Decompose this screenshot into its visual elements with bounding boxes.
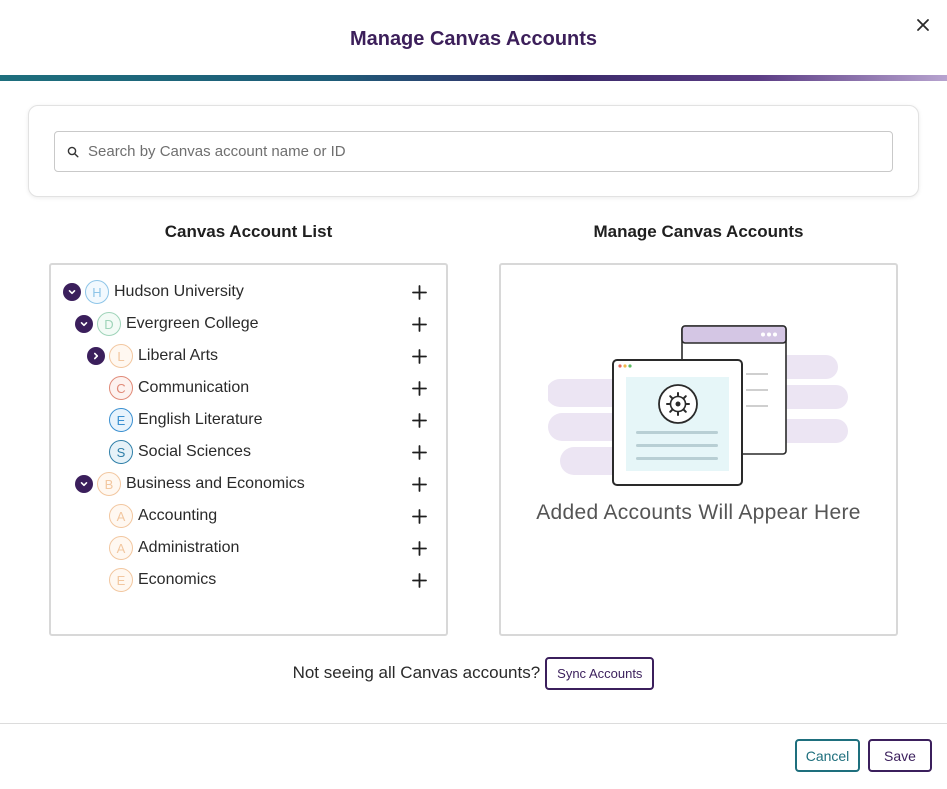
account-avatar: E <box>109 568 133 592</box>
account-avatar: L <box>109 344 133 368</box>
plus-icon <box>411 572 427 588</box>
modal-title: Manage Canvas Accounts <box>349 28 598 50</box>
modal-header: Manage Canvas Accounts <box>0 0 947 81</box>
save-button[interactable]: Save <box>868 739 932 772</box>
tree-row[interactable]: D Evergreen College <box>51 310 446 338</box>
close-icon <box>917 19 929 31</box>
account-name: Economics <box>138 571 217 588</box>
add-account-button[interactable] <box>408 441 430 463</box>
tree-row[interactable]: L Liberal Arts <box>51 342 446 370</box>
add-account-button[interactable] <box>408 569 430 591</box>
sync-prompt: Not seeing all Canvas accounts? <box>292 663 541 682</box>
sync-row: Not seeing all Canvas accounts? Sync Acc… <box>0 656 947 690</box>
account-name: Accounting <box>138 507 218 524</box>
plus-icon <box>411 412 427 428</box>
add-account-button[interactable] <box>408 281 430 303</box>
add-account-button[interactable] <box>408 473 430 495</box>
plus-icon <box>411 476 427 492</box>
account-name: Communication <box>138 379 250 396</box>
close-button[interactable] <box>912 14 934 36</box>
account-name: Social Sciences <box>138 443 251 460</box>
account-avatar: D <box>97 312 121 336</box>
add-account-button[interactable] <box>408 377 430 399</box>
plus-icon <box>411 540 427 556</box>
search-input[interactable] <box>88 143 868 160</box>
account-list-title: Canvas Account List <box>164 222 333 241</box>
account-name: Administration <box>138 539 240 556</box>
add-account-button[interactable] <box>408 505 430 527</box>
tree-row[interactable]: A Administration <box>51 534 446 562</box>
managed-accounts-title: Manage Canvas Accounts <box>593 222 804 241</box>
account-avatar: S <box>109 440 133 464</box>
account-avatar: H <box>85 280 109 304</box>
chevron-down-icon[interactable] <box>63 283 81 301</box>
search-box[interactable] <box>54 131 893 172</box>
chevron-down-icon[interactable] <box>75 315 93 333</box>
footer-divider <box>0 723 947 724</box>
account-name: Evergreen College <box>126 315 259 332</box>
chevron-down-icon[interactable] <box>75 475 93 493</box>
account-avatar: A <box>109 504 133 528</box>
account-name: English Literature <box>138 411 263 428</box>
tree-row[interactable]: E Economics <box>51 566 446 594</box>
empty-state-message: Added Accounts Will Appear Here <box>536 501 861 524</box>
account-name: Liberal Arts <box>138 347 219 364</box>
tree-row[interactable]: H Hudson University <box>51 278 446 306</box>
plus-icon <box>411 380 427 396</box>
add-account-button[interactable] <box>408 313 430 335</box>
account-name: Hudson University <box>114 283 244 300</box>
plus-icon <box>411 284 427 300</box>
account-avatar: E <box>109 408 133 432</box>
tree-row[interactable]: S Social Sciences <box>51 438 446 466</box>
account-avatar: B <box>97 472 121 496</box>
manage-accounts-modal: Manage Canvas Accounts Canvas Account Li… <box>0 0 947 789</box>
account-tree-panel: H Hudson University D Evergreen College L Lib… <box>49 263 448 636</box>
managed-accounts-panel: Added Accounts Will Appear Here <box>499 263 898 636</box>
account-avatar: C <box>109 376 133 400</box>
sync-accounts-button[interactable]: Sync Accounts <box>545 656 655 690</box>
account-name: Business and Economics <box>126 475 305 492</box>
add-account-button[interactable] <box>408 409 430 431</box>
tree-row[interactable]: E English Literature <box>51 406 446 434</box>
tree-row[interactable]: B Business and Economics <box>51 470 446 498</box>
plus-icon <box>411 348 427 364</box>
header-gradient-bar <box>0 75 947 81</box>
plus-icon <box>411 508 427 524</box>
plus-icon <box>411 444 427 460</box>
chevron-right-icon[interactable] <box>87 347 105 365</box>
search-icon <box>67 146 79 158</box>
tree-row[interactable]: A Accounting <box>51 502 446 530</box>
cancel-button[interactable]: Cancel <box>795 739 860 772</box>
empty-state-illustration <box>548 325 848 486</box>
tree-row[interactable]: C Communication <box>51 374 446 402</box>
plus-icon <box>411 316 427 332</box>
account-avatar: A <box>109 536 133 560</box>
search-card <box>28 105 919 197</box>
add-account-button[interactable] <box>408 345 430 367</box>
add-account-button[interactable] <box>408 537 430 559</box>
